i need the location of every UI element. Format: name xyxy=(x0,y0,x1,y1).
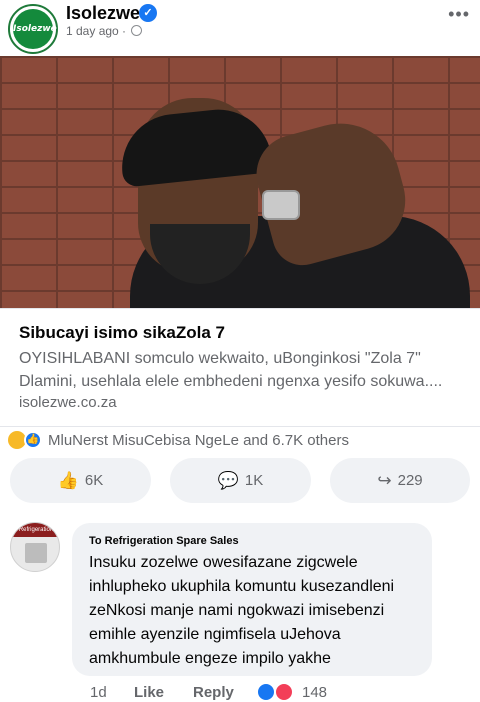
like-count: 6K xyxy=(84,472,104,489)
comment-count: 1K xyxy=(244,472,264,489)
comment-reply-button[interactable]: Reply xyxy=(193,684,234,701)
link-title: Sibucayi isimo sikaZola 7 xyxy=(19,323,225,342)
comment-time[interactable]: 1d xyxy=(90,684,107,701)
commenter-avatar-banner: Refrigeration xyxy=(11,523,59,537)
post-header: Isolezwe Isolezwe ✓ 1 day ago · ••• xyxy=(0,0,480,56)
page-avatar[interactable]: Isolezwe xyxy=(8,4,58,54)
post-timestamp[interactable]: 1 day ago · xyxy=(66,24,143,38)
more-options-icon[interactable]: ••• xyxy=(448,4,470,25)
comment-like-button[interactable]: Like xyxy=(134,684,164,701)
commenter-avatar[interactable]: Refrigeration xyxy=(10,522,60,572)
comment-button[interactable]: 💬 1K xyxy=(170,458,311,503)
commenter-name[interactable]: To Refrigeration Spare Sales xyxy=(89,535,239,547)
share-count: 229 xyxy=(397,472,423,489)
link-domain: isolezwe.co.za xyxy=(19,394,117,411)
share-icon: ↪ xyxy=(377,470,392,490)
comment-icon: 💬 xyxy=(217,470,239,490)
link-description: OYISIHLABANI somculo wekwaito, uBonginko… xyxy=(19,350,443,390)
link-preview-card[interactable]: Sibucayi isimo sikaZola 7 OYISIHLABANI s… xyxy=(0,308,480,427)
page-logo: Isolezwe xyxy=(13,9,57,49)
comment-bubble: To Refrigeration Spare Sales Insuku zoze… xyxy=(72,523,432,676)
commenter-avatar-image xyxy=(25,543,47,563)
comment-text: Insuku zozelwe owesifazane zigcwele inhl… xyxy=(89,554,395,667)
reactions-text: MluNerst MisuCebisa NgeLe and 6.7K other… xyxy=(48,432,349,449)
reactions-summary[interactable]: 👍 MluNerst MisuCebisa NgeLe and 6.7K oth… xyxy=(0,429,480,453)
page-name[interactable]: Isolezwe xyxy=(66,3,140,24)
ring xyxy=(262,190,300,220)
comment-reaction-count[interactable]: 148 xyxy=(302,684,327,701)
comment-actions: 1d Like Reply 148 xyxy=(0,682,480,702)
thumbs-up-icon: 👍 xyxy=(57,470,79,490)
like-reaction-icon xyxy=(256,682,276,702)
timestamp-text: 1 day ago · xyxy=(66,24,127,38)
love-reaction-icon xyxy=(274,682,294,702)
like-button[interactable]: 👍 6K xyxy=(10,458,151,503)
globe-icon xyxy=(131,25,143,36)
verified-badge-icon: ✓ xyxy=(139,4,157,22)
like-reaction-icon: 👍 xyxy=(24,431,42,449)
share-button[interactable]: ↪ 229 xyxy=(330,458,470,503)
post-photo[interactable] xyxy=(0,56,480,308)
